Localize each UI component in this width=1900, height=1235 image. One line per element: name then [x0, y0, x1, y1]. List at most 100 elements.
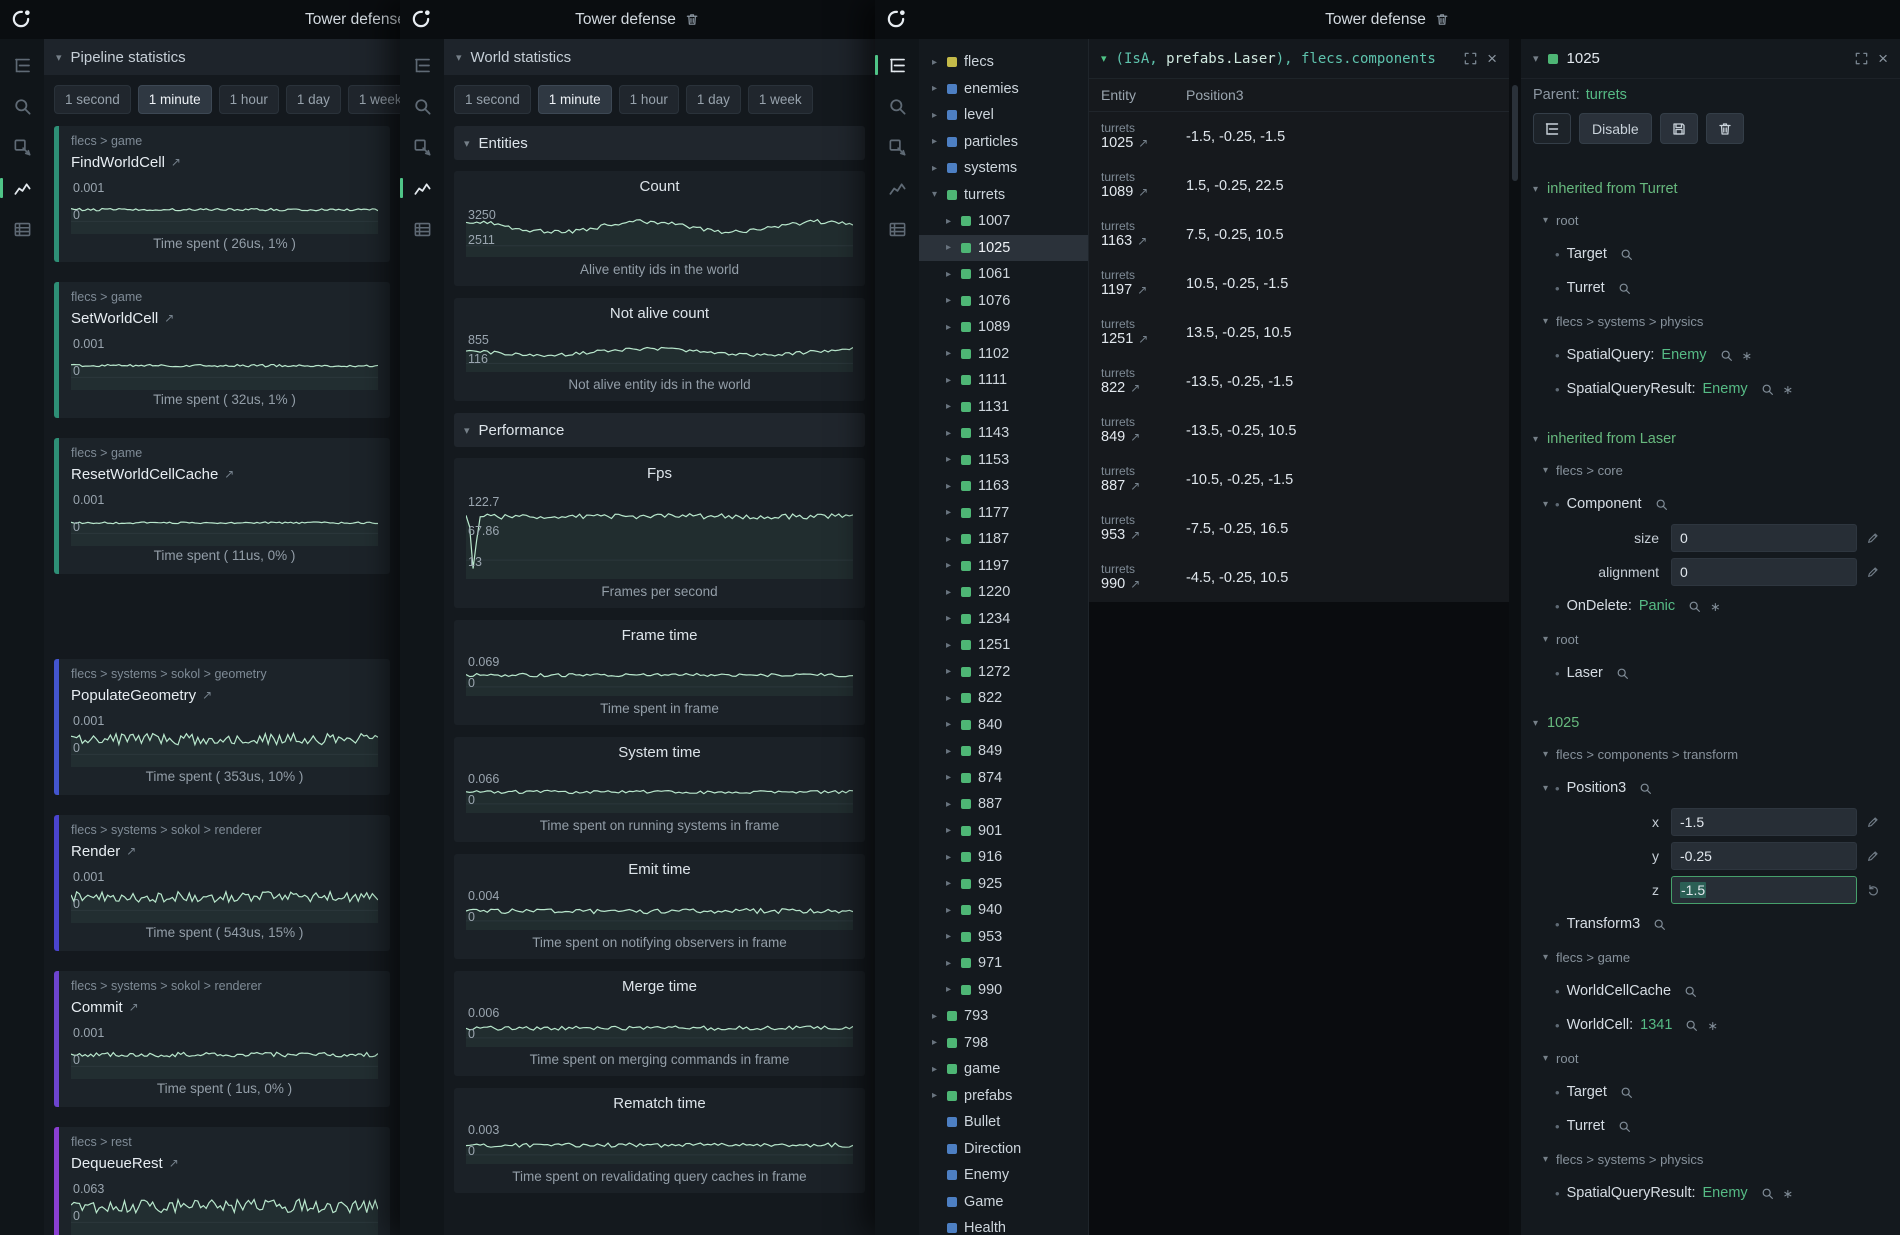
tree-item-Game[interactable]: Game — [919, 1189, 1088, 1216]
chevron-right-icon[interactable]: ▸ — [943, 454, 954, 465]
chevron-down-icon[interactable]: ▾ — [1543, 783, 1548, 794]
chevron-right-icon[interactable]: ▸ — [943, 852, 954, 863]
tree-item-turrets[interactable]: ▾turrets — [919, 182, 1088, 209]
chevron-down-icon[interactable]: ▾ — [1543, 1053, 1548, 1064]
search-icon[interactable] — [1639, 782, 1652, 795]
chevron-right-icon[interactable]: ▸ — [943, 507, 954, 518]
chevron-down-icon[interactable]: ▾ — [1543, 1154, 1548, 1165]
search-icon[interactable] — [1685, 1019, 1698, 1032]
chevron-right-icon[interactable]: ▸ — [943, 666, 954, 677]
tree-item-925[interactable]: ▸925 — [919, 871, 1088, 898]
tree-item-1143[interactable]: ▸1143 — [919, 420, 1088, 447]
chevron-down-icon[interactable]: ▾ — [1533, 184, 1538, 195]
external-link-icon[interactable]: ↗ — [1138, 332, 1148, 346]
tree-item-1177[interactable]: ▸1177 — [919, 500, 1088, 527]
pencil-icon[interactable] — [1866, 849, 1880, 863]
tree-item-940[interactable]: ▸940 — [919, 897, 1088, 924]
tree-item-874[interactable]: ▸874 — [919, 765, 1088, 792]
search-icon[interactable] — [1684, 985, 1697, 998]
tree-item-1234[interactable]: ▸1234 — [919, 606, 1088, 633]
external-link-icon[interactable]: ↗ — [224, 467, 234, 481]
close-icon[interactable]: × — [1878, 50, 1888, 67]
tree-item-1076[interactable]: ▸1076 — [919, 288, 1088, 315]
table-row[interactable]: turrets1025↗-1.5, -0.25, -1.5 — [1089, 112, 1509, 161]
time-range-1-hour[interactable]: 1 hour — [219, 85, 279, 114]
chevron-down-icon[interactable]: ▾ — [1543, 316, 1548, 327]
chevron-right-icon[interactable]: ▸ — [943, 322, 954, 333]
pencil-icon[interactable] — [1866, 531, 1880, 545]
entity-id-link[interactable]: 953 — [1101, 527, 1125, 543]
chevron-right-icon[interactable]: ▸ — [929, 136, 940, 147]
table-row[interactable]: turrets953↗-7.5, -0.25, 16.5 — [1089, 504, 1509, 553]
tree-item-1197[interactable]: ▸1197 — [919, 553, 1088, 580]
chevron-down-icon[interactable]: ▾ — [1101, 52, 1107, 65]
tree-item-1163[interactable]: ▸1163 — [919, 473, 1088, 500]
search-icon[interactable] — [1761, 1187, 1774, 1200]
chevron-down-icon[interactable]: ▾ — [1543, 634, 1548, 645]
chevron-down-icon[interactable]: ▾ — [1533, 52, 1539, 65]
chevron-right-icon[interactable]: ▸ — [943, 878, 954, 889]
tree-item-916[interactable]: ▸916 — [919, 844, 1088, 871]
field-input-z[interactable]: -1.5 — [1671, 876, 1857, 904]
tree-item-822[interactable]: ▸822 — [919, 685, 1088, 712]
field-input-alignment[interactable]: 0 — [1671, 558, 1857, 586]
chevron-right-icon[interactable]: ▸ — [929, 163, 940, 174]
chevron-right-icon[interactable]: ▸ — [929, 1011, 940, 1022]
chevron-right-icon[interactable]: ▸ — [929, 110, 940, 121]
chevron-down-icon[interactable]: ▾ — [929, 189, 940, 200]
chevron-right-icon[interactable]: ▸ — [943, 269, 954, 280]
tree-item-1131[interactable]: ▸1131 — [919, 394, 1088, 421]
external-link-icon[interactable]: ↗ — [1130, 577, 1140, 591]
external-link-icon[interactable]: ↗ — [129, 1000, 139, 1014]
search-icon[interactable] — [1618, 282, 1631, 295]
tree-item-887[interactable]: ▸887 — [919, 791, 1088, 818]
time-range-1-day[interactable]: 1 day — [686, 85, 741, 114]
sidebar-search-button[interactable] — [5, 94, 39, 118]
chevron-right-icon[interactable]: ▸ — [929, 83, 940, 94]
table-row[interactable]: turrets1089↗1.5, -0.25, 22.5 — [1089, 161, 1509, 210]
chevron-right-icon[interactable]: ▸ — [943, 428, 954, 439]
tree-item-849[interactable]: ▸849 — [919, 738, 1088, 765]
tree-item-level[interactable]: ▸level — [919, 102, 1088, 129]
search-icon[interactable] — [1655, 498, 1668, 511]
external-link-icon[interactable]: ↗ — [164, 311, 174, 325]
chevron-down-icon[interactable]: ▾ — [56, 51, 62, 64]
tree-item-Bullet[interactable]: Bullet — [919, 1109, 1088, 1136]
field-input-y[interactable]: -0.25 — [1671, 842, 1857, 870]
sidebar-cursor-button[interactable] — [5, 135, 39, 159]
tree-view-button[interactable] — [1533, 113, 1571, 144]
chevron-right-icon[interactable]: ▸ — [943, 958, 954, 969]
sidebar-grid-button[interactable] — [405, 217, 439, 241]
entity-id-link[interactable]: 849 — [1101, 429, 1125, 445]
scrollbar-thumb[interactable] — [1512, 85, 1518, 181]
sidebar-search-button[interactable] — [405, 94, 439, 118]
entity-id-link[interactable]: 1025 — [1101, 135, 1133, 151]
chevron-right-icon[interactable]: ▸ — [943, 587, 954, 598]
sidebar-tree-button[interactable] — [5, 53, 39, 77]
query-wildcard-icon[interactable]: ∗ — [1783, 382, 1793, 397]
pencil-icon[interactable] — [1866, 815, 1880, 829]
sidebar-cursor-button[interactable] — [405, 135, 439, 159]
chevron-right-icon[interactable]: ▸ — [943, 931, 954, 942]
tree-item-enemies[interactable]: ▸enemies — [919, 76, 1088, 103]
chevron-right-icon[interactable]: ▸ — [929, 1090, 940, 1101]
tree-item-1061[interactable]: ▸1061 — [919, 261, 1088, 288]
sidebar-grid-button[interactable] — [880, 217, 914, 241]
chevron-right-icon[interactable]: ▸ — [943, 242, 954, 253]
entity-id-link[interactable]: 1089 — [1101, 184, 1133, 200]
query-wildcard-icon[interactable]: ∗ — [1783, 1186, 1793, 1201]
chevron-right-icon[interactable]: ▸ — [943, 534, 954, 545]
pencil-icon[interactable] — [1866, 565, 1880, 579]
search-icon[interactable] — [1618, 1120, 1631, 1133]
close-icon[interactable]: × — [1487, 50, 1497, 67]
sidebar-search-button[interactable] — [880, 94, 914, 118]
chevron-right-icon[interactable]: ▸ — [943, 693, 954, 704]
chevron-right-icon[interactable]: ▸ — [943, 560, 954, 571]
time-range-1-day[interactable]: 1 day — [286, 85, 341, 114]
external-link-icon[interactable]: ↗ — [1137, 283, 1147, 297]
tree-item-793[interactable]: ▸793 — [919, 1003, 1088, 1030]
tree-item-game[interactable]: ▸game — [919, 1056, 1088, 1083]
chevron-down-icon[interactable]: ▾ — [1543, 749, 1548, 760]
tree-item-1251[interactable]: ▸1251 — [919, 632, 1088, 659]
external-link-icon[interactable]: ↗ — [1138, 185, 1148, 199]
